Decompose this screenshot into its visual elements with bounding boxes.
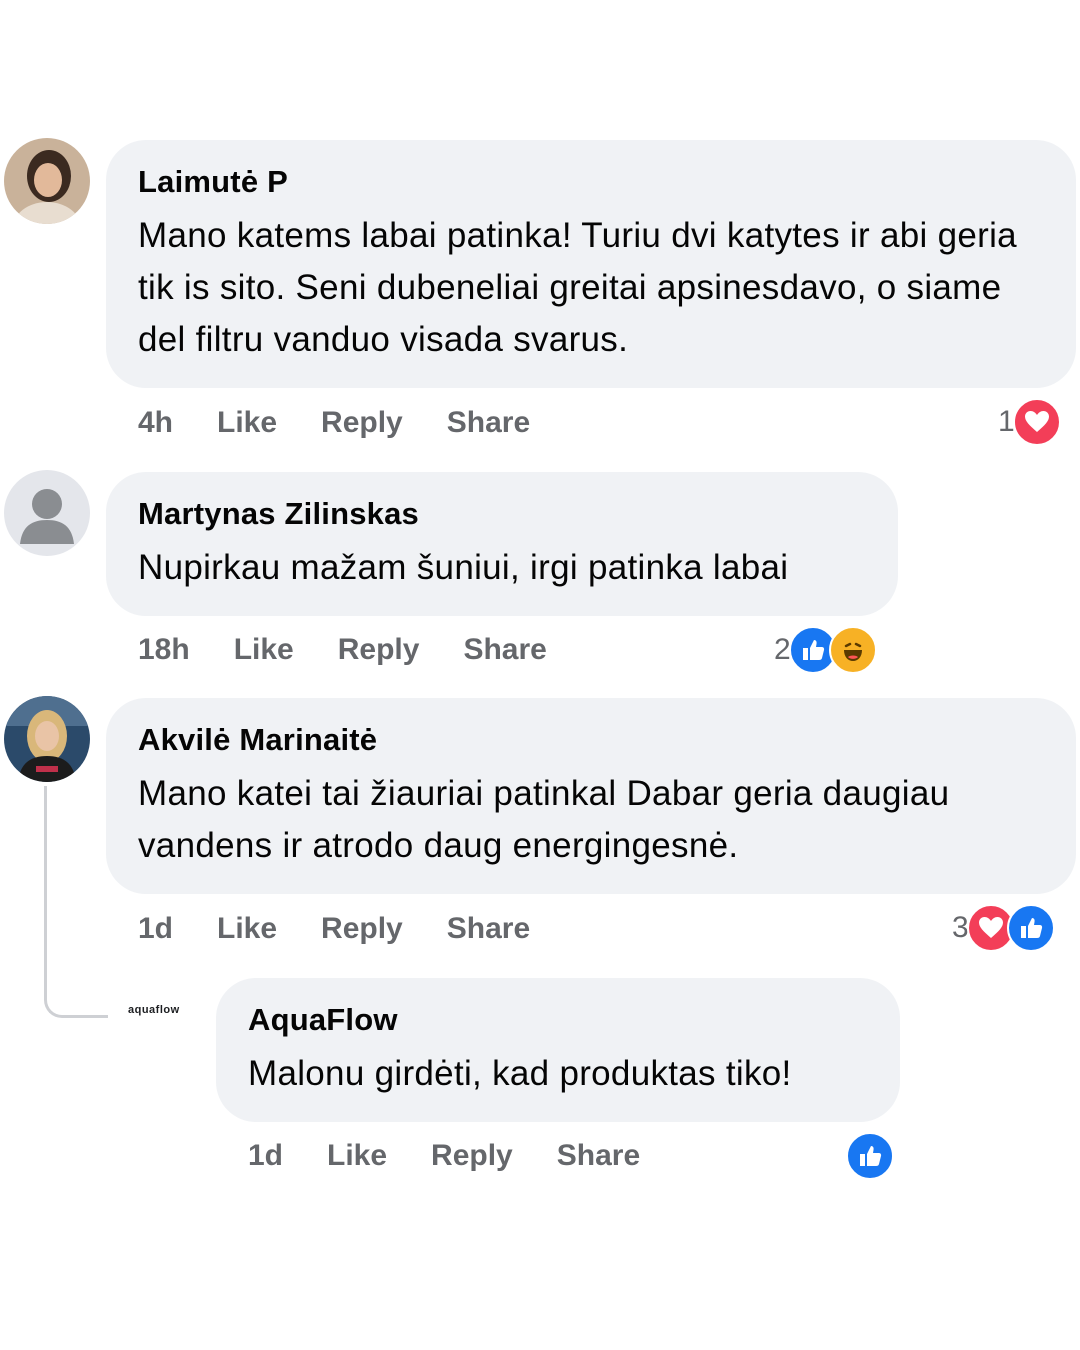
comment-actions: 18h Like Reply Share xyxy=(138,630,591,670)
heart-icon xyxy=(1012,398,1061,446)
comment-text: Mano katei tai žiauriai patinkal Dabar g… xyxy=(138,774,950,865)
comment-author[interactable]: Laimutė P xyxy=(138,162,1046,202)
thread-connector xyxy=(44,786,108,1018)
like-icon xyxy=(1006,904,1055,952)
comment-text: Nupirkau mažam šuniui, irgi patinka laba… xyxy=(138,548,789,587)
comment-time[interactable]: 1d xyxy=(248,1136,283,1176)
comment-author[interactable]: AquaFlow xyxy=(248,1000,870,1040)
comment-actions: 4h Like Reply Share xyxy=(138,403,574,443)
like-button[interactable]: Like xyxy=(217,403,277,443)
share-button[interactable]: Share xyxy=(463,630,546,670)
haha-icon xyxy=(828,626,877,674)
reply-button[interactable]: Reply xyxy=(321,909,403,949)
comment-text: Mano katems labai patinka! Turiu dvi kat… xyxy=(138,216,1017,359)
comment-time[interactable]: 4h xyxy=(138,403,173,443)
reaction-summary[interactable]: 1 xyxy=(998,398,1061,446)
comment-bubble: Akvilė Marinaitė Mano katei tai žiauriai… xyxy=(106,698,1076,894)
like-button[interactable]: Like xyxy=(234,630,294,670)
comment-text: Malonu girdėti, kad produktas tiko! xyxy=(248,1054,792,1093)
reaction-summary[interactable]: 3 xyxy=(952,904,1055,952)
avatar-laimute[interactable] xyxy=(4,138,90,224)
reply-button[interactable]: Reply xyxy=(338,630,420,670)
comment-actions: 1d Like Reply Share xyxy=(138,909,574,949)
comment-bubble: AquaFlow Malonu girdėti, kad produktas t… xyxy=(216,978,900,1122)
share-button[interactable]: Share xyxy=(447,909,530,949)
reply-button[interactable]: Reply xyxy=(431,1136,513,1176)
comment-time[interactable]: 18h xyxy=(138,630,190,670)
like-button[interactable]: Like xyxy=(327,1136,387,1176)
aquaflow-logo[interactable]: aquaflow xyxy=(128,1004,180,1016)
like-icon xyxy=(846,1132,894,1180)
avatar-default[interactable] xyxy=(4,470,90,556)
comment-bubble: Martynas Zilinskas Nupirkau mažam šuniui… xyxy=(106,472,898,616)
comment-author[interactable]: Akvilė Marinaitė xyxy=(138,720,1046,760)
comment-bubble: Laimutė P Mano katems labai patinka! Tur… xyxy=(106,140,1076,388)
comment-author[interactable]: Martynas Zilinskas xyxy=(138,494,868,534)
reaction-summary[interactable]: 2 xyxy=(774,626,877,674)
comment-time[interactable]: 1d xyxy=(138,909,173,949)
share-button[interactable]: Share xyxy=(557,1136,640,1176)
reaction-summary[interactable] xyxy=(846,1132,894,1180)
reply-button[interactable]: Reply xyxy=(321,403,403,443)
like-button[interactable]: Like xyxy=(217,909,277,949)
share-button[interactable]: Share xyxy=(447,403,530,443)
comment-actions: 1d Like Reply Share xyxy=(248,1136,684,1176)
avatar-akvile[interactable] xyxy=(4,696,90,782)
